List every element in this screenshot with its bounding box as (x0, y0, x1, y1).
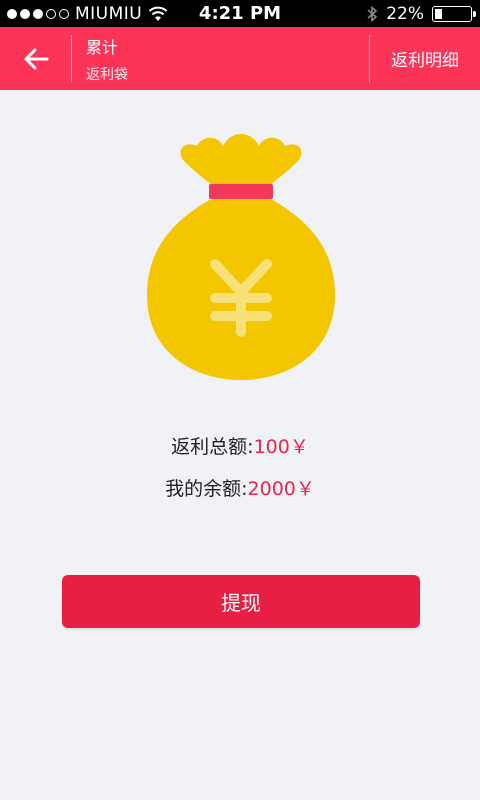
signal-dot (46, 8, 56, 19)
status-bar: MIUMIU 4:21 PM 22% (0, 0, 480, 27)
battery-icon (432, 5, 476, 22)
withdraw-button[interactable]: 提现 (62, 575, 420, 628)
page-subtitle: 返利袋 (86, 67, 128, 83)
header-divider (71, 35, 72, 82)
signal-dot (7, 8, 17, 19)
app-header: 累计 返利袋 返利明细 (0, 27, 480, 90)
total-rebate-row: 返利总额:100￥ (0, 432, 480, 462)
battery-percent: 22% (386, 3, 424, 24)
rebate-stats: 返利总额:100￥ 我的余额:2000￥ (0, 432, 480, 516)
balance-value: 2000￥ (247, 478, 315, 500)
signal-dot (33, 8, 43, 19)
page-title: 累计 (86, 38, 119, 57)
wifi-icon (149, 6, 168, 21)
battery-level (435, 8, 443, 19)
status-right: 22% (366, 0, 476, 27)
rebate-details-link[interactable]: 返利明细 (370, 27, 480, 90)
back-button[interactable] (0, 27, 72, 90)
signal-dot (59, 8, 69, 19)
carrier-name: MIUMIU (75, 3, 143, 24)
total-rebate-value: 100￥ (253, 436, 309, 458)
balance-row: 我的余额:2000￥ (0, 474, 480, 504)
arrow-left-icon (24, 48, 49, 69)
money-bag-icon (147, 134, 335, 380)
signal-dot (20, 8, 30, 19)
balance-label: 我的余额: (165, 478, 248, 500)
total-rebate-label: 返利总额: (171, 436, 254, 458)
signal-strength-icon (7, 8, 69, 19)
bluetooth-icon (367, 5, 378, 22)
